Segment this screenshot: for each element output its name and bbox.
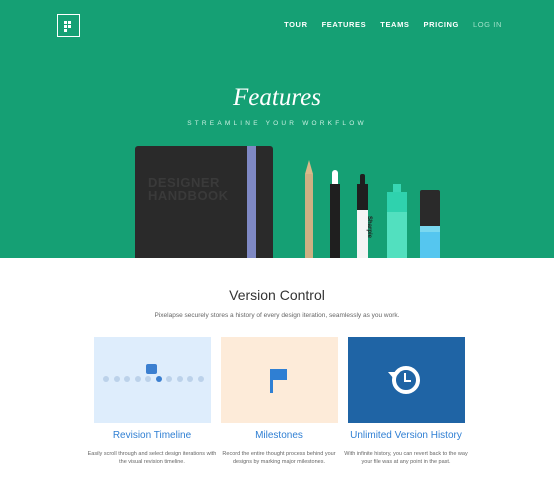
card-title-milestones[interactable]: Milestones [209,430,349,441]
highlighter-blue-illustration [420,190,440,258]
nav-features[interactable]: FEATURES [322,20,367,29]
page-title: Features [233,84,321,111]
card-title-revision-timeline[interactable]: Revision Timeline [82,430,222,441]
highlighter-green-illustration [387,184,407,258]
card-desc-milestones: Record the entire thought process behind… [222,451,336,465]
page-subtitle: STREAMLINE YOUR WORKFLOW [187,120,367,127]
notebook-text: DESIGNER HANDBOOK [148,175,229,203]
pixelapse-logo[interactable] [57,14,80,37]
login-link[interactable]: LOG IN [473,20,502,29]
marker-label: Sharpie [366,215,373,239]
pencil-illustration [305,160,313,258]
card-title-version-history[interactable]: Unlimited Version History [336,430,476,441]
marker-illustration: Sharpie [357,174,372,258]
nav-pricing[interactable]: PRICING [424,20,459,29]
hero-banner: TOUR FEATURES TEAMS PRICING LOG IN Featu… [0,0,554,258]
card-desc-version-history: With infinite history, you can revert ba… [344,451,468,465]
card-desc-revision-timeline: Easily scroll through and select design … [87,451,217,465]
milestones-card [221,337,338,423]
timeline-marker-icon [146,364,157,374]
notebook-band [247,146,256,258]
section-description: Pixelapse securely stores a history of e… [154,312,400,319]
nav-tour[interactable]: TOUR [284,20,308,29]
section-title: Version Control [229,287,325,303]
history-arrow [388,372,400,379]
timeline-icon [103,376,204,382]
revision-timeline-card [94,337,211,423]
flag-icon [272,369,287,380]
pen-illustration [330,170,340,258]
nav-teams[interactable]: TEAMS [380,20,409,29]
top-nav: TOUR FEATURES TEAMS PRICING LOG IN [284,20,502,29]
version-history-card [348,337,465,423]
notebook-illustration: DESIGNER HANDBOOK [135,146,273,258]
